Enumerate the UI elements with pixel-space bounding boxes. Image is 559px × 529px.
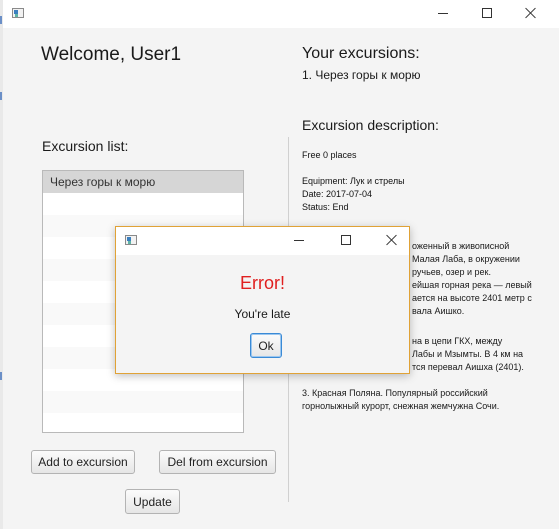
description-paragraph-1: оженный в живописной Малая Лаба, в окруж… [412, 240, 552, 318]
description-line: тся перевал Аишха (2401). [412, 362, 524, 372]
app-icon [12, 8, 24, 18]
dialog-minimize-button[interactable] [279, 227, 319, 253]
del-from-excursion-button[interactable]: Del from excursion [159, 450, 276, 474]
list-empty-row[interactable] [43, 413, 243, 432]
description-line: ручьев, озер и рек. [412, 267, 491, 277]
window-titlebar [3, 0, 559, 28]
update-button[interactable]: Update [125, 489, 180, 514]
description-line: Малая Лаба, в окружении [412, 254, 520, 264]
window-left-edge [0, 0, 3, 529]
description-line: горнолыжный курорт, снежная жемчужна Соч… [302, 401, 500, 411]
list-empty-row[interactable] [43, 391, 243, 413]
error-message: You're late [234, 307, 291, 321]
description-line: ейшая горная река — левый [412, 280, 532, 290]
description-line: Лабы и Мзымты. В 4 км на [412, 349, 524, 359]
window-edge-marker [0, 16, 2, 24]
error-title: Error! [240, 273, 285, 293]
description-paragraph-3: 3. Красная Поляна. Популярный российский… [302, 387, 552, 413]
add-to-excursion-button[interactable]: Add to excursion [31, 450, 135, 474]
window-edge-marker [0, 92, 2, 100]
ok-button[interactable]: Ok [250, 333, 282, 358]
close-icon [525, 7, 537, 19]
minimize-icon [294, 239, 304, 241]
description-title: Excursion description: [302, 117, 439, 133]
description-line: на в цепи ГКХ, между [412, 336, 503, 346]
date-text: Date: 2017-07-04 [302, 189, 373, 199]
maximize-icon [341, 235, 351, 245]
excursion-list-title: Excursion list: [42, 138, 129, 154]
error-dialog: Error! You're late Ok [115, 226, 410, 374]
close-icon [386, 234, 398, 246]
maximize-button[interactable] [467, 0, 507, 26]
dialog-close-button[interactable] [372, 227, 412, 253]
welcome-label: Welcome, User1 [41, 44, 182, 65]
excursion-description: Free 0 places Equipment: Лук и стрелы Da… [302, 149, 547, 214]
list-empty-row[interactable] [43, 193, 243, 215]
close-button[interactable] [511, 0, 551, 26]
list-item[interactable]: Через горы к морю [43, 171, 243, 193]
description-line: вала Аишко. [412, 306, 465, 316]
dialog-titlebar [116, 227, 409, 255]
minimize-button[interactable] [423, 0, 463, 26]
status-text: Status: End [302, 202, 349, 212]
window-edge-marker [0, 372, 2, 380]
description-line: оженный в живописной [412, 241, 510, 251]
dialog-maximize-button[interactable] [326, 227, 366, 253]
dialog-app-icon [125, 235, 137, 245]
your-excursions-title: Your excursions: [302, 45, 420, 62]
description-paragraph-2: на в цепи ГКХ, между Лабы и Мзымты. В 4 … [412, 335, 552, 374]
equipment-text: Equipment: Лук и стрелы [302, 176, 405, 186]
your-excursion-item: 1. Через горы к морю [302, 68, 421, 82]
minimize-icon [438, 12, 448, 14]
maximize-icon [482, 8, 492, 18]
description-line: ается на высоте 2401 метр с [412, 293, 532, 303]
places-text: Free 0 places [302, 150, 357, 160]
description-line: 3. Красная Поляна. Популярный российский [302, 388, 488, 398]
